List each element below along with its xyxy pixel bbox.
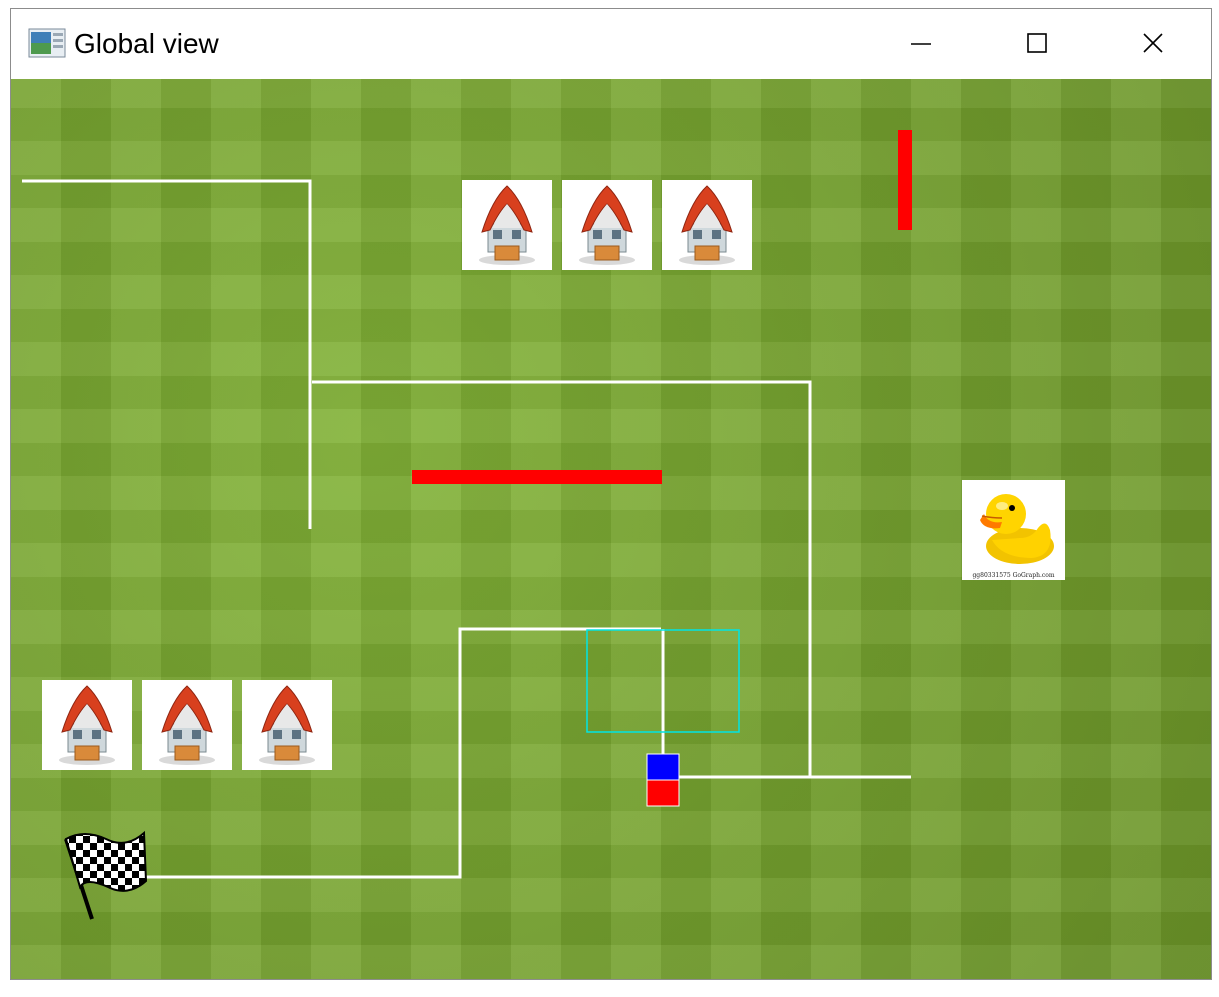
maximize-icon <box>1027 33 1047 53</box>
house-icon <box>562 180 652 270</box>
minimize-button[interactable] <box>891 24 951 64</box>
close-button[interactable] <box>1123 24 1183 64</box>
house-icon <box>242 680 332 770</box>
minimize-icon <box>911 43 931 45</box>
game-field[interactable]: gg80331575 GoGraph.com <box>11 79 1211 979</box>
title-bar[interactable]: Global view <box>11 9 1211 79</box>
path-line <box>312 380 911 779</box>
checkered-flag-icon <box>64 830 148 920</box>
robot[interactable] <box>646 753 680 807</box>
rubber-duck-icon: gg80331575 GoGraph.com <box>962 480 1065 580</box>
path-line <box>22 179 312 529</box>
app-icon <box>28 28 66 58</box>
wall <box>898 130 912 230</box>
path-lines <box>22 179 911 879</box>
house-icon <box>662 180 752 270</box>
maximize-button[interactable] <box>1007 24 1067 64</box>
house-icon <box>142 680 232 770</box>
window-title: Global view <box>74 28 219 59</box>
global-view-window: Global view gg80331575 GoGraph.com <box>10 8 1212 980</box>
house-icon <box>42 680 132 770</box>
close-icon <box>1143 33 1163 53</box>
duck-caption: gg80331575 GoGraph.com <box>972 572 1055 579</box>
house-icon <box>462 180 552 270</box>
wall <box>412 470 662 484</box>
